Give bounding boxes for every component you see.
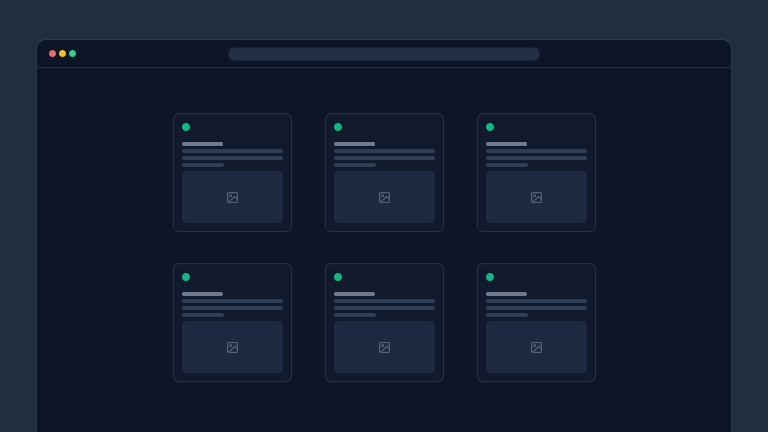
skeleton-text-line	[182, 156, 283, 160]
image-placeholder	[182, 321, 283, 373]
skeleton-title-line	[334, 142, 375, 146]
image-placeholder	[486, 171, 587, 223]
skeleton-text-line	[182, 163, 224, 167]
skeleton-text-line	[486, 156, 587, 160]
skeleton-title-line	[182, 142, 223, 146]
skeleton-title-line	[486, 142, 527, 146]
image-placeholder	[486, 321, 587, 373]
skeleton-text-line	[334, 156, 435, 160]
minimize-button[interactable]	[59, 50, 66, 57]
image-placeholder	[182, 171, 283, 223]
status-dot-icon	[486, 273, 494, 281]
skeleton-title-line	[334, 292, 375, 296]
window-content	[37, 68, 731, 382]
card[interactable]	[477, 113, 596, 232]
card[interactable]	[325, 113, 444, 232]
skeleton-text-line	[486, 149, 587, 153]
image-icon	[226, 191, 239, 204]
skeleton-text-line	[334, 149, 435, 153]
close-button[interactable]	[49, 50, 56, 57]
skeleton-text-line	[334, 306, 435, 310]
status-dot-icon	[182, 273, 190, 281]
card[interactable]	[477, 263, 596, 382]
skeleton-title-line	[486, 292, 527, 296]
skeleton-text-line	[182, 149, 283, 153]
skeleton-text-line	[334, 163, 376, 167]
card[interactable]	[325, 263, 444, 382]
skeleton-text-line	[486, 299, 587, 303]
image-icon	[226, 341, 239, 354]
maximize-button[interactable]	[69, 50, 76, 57]
desktop-background	[0, 0, 768, 432]
window-controls	[49, 50, 76, 57]
card-grid	[173, 113, 596, 382]
image-placeholder	[334, 171, 435, 223]
url-bar[interactable]	[229, 47, 540, 60]
status-dot-icon	[334, 273, 342, 281]
image-icon	[378, 341, 391, 354]
skeleton-text-line	[486, 306, 587, 310]
skeleton-text-line	[486, 313, 528, 317]
skeleton-text-line	[486, 163, 528, 167]
skeleton-title-line	[182, 292, 223, 296]
status-dot-icon	[334, 123, 342, 131]
image-placeholder	[334, 321, 435, 373]
image-icon	[378, 191, 391, 204]
skeleton-text-line	[182, 313, 224, 317]
card[interactable]	[173, 113, 292, 232]
status-dot-icon	[486, 123, 494, 131]
skeleton-text-line	[182, 299, 283, 303]
image-icon	[530, 341, 543, 354]
image-icon	[530, 191, 543, 204]
skeleton-text-line	[182, 306, 283, 310]
card[interactable]	[173, 263, 292, 382]
window-titlebar[interactable]	[37, 40, 731, 68]
status-dot-icon	[182, 123, 190, 131]
skeleton-text-line	[334, 313, 376, 317]
skeleton-text-line	[334, 299, 435, 303]
browser-window	[36, 39, 732, 432]
